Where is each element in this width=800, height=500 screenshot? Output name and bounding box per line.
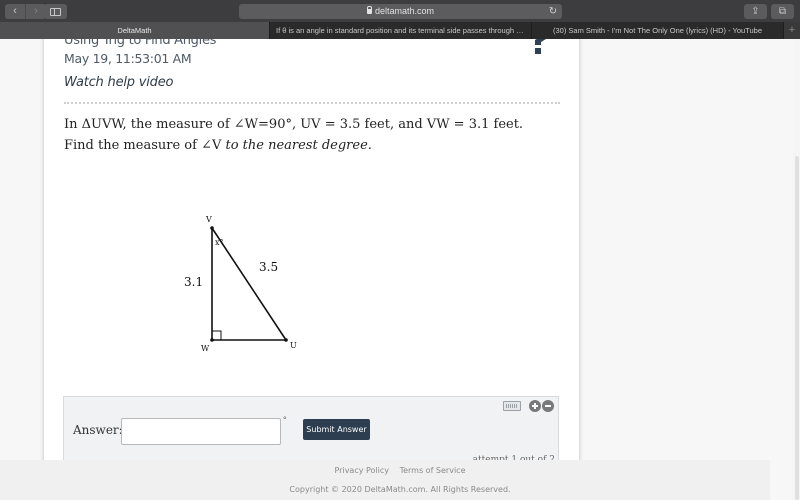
- new-tab-button[interactable]: +: [784, 22, 800, 39]
- lock-icon: [366, 6, 372, 14]
- submit-answer-button[interactable]: Submit Answer: [303, 419, 370, 440]
- reload-button[interactable]: ↻: [547, 4, 559, 19]
- sidebar-icon: [50, 7, 61, 16]
- problem-card: Using Trig to Find Angles May 19, 11:53:…: [44, 39, 579, 476]
- page-content: Using Trig to Find Angles May 19, 11:53:…: [0, 39, 800, 500]
- angle-x-label: x°: [215, 238, 224, 247]
- answer-input[interactable]: [121, 418, 281, 445]
- side-vw-label: 3.1: [184, 275, 203, 289]
- chevron-right-icon: ›: [34, 5, 38, 17]
- answer-label: Answer:: [73, 423, 123, 437]
- assignment-timestamp: May 19, 11:53:01 AM: [64, 51, 192, 66]
- tab-angle-question[interactable]: If θ is an angle in standard position an…: [270, 22, 532, 39]
- forward-button[interactable]: ›: [26, 4, 46, 19]
- vertex-w-label: W: [201, 344, 210, 353]
- url-text: deltamath.com: [374, 6, 435, 16]
- answer-panel: Answer: ° Submit Answer attempt 1 out of…: [63, 396, 559, 467]
- copyright-text: Copyright © 2020 DeltaMath.com. All Righ…: [289, 485, 511, 494]
- right-angle-marker: [211, 330, 222, 341]
- tab-bar: DeltaMath If θ is an angle in standard p…: [0, 22, 800, 39]
- triangle-figure: V W U x° 3.1 3.5: [184, 215, 297, 353]
- problem-statement: In ΔUVW, the measure of ∠W=90°, UV = 3.5…: [64, 114, 554, 156]
- zoom-out-icon[interactable]: [542, 400, 554, 412]
- watch-help-video-link[interactable]: Watch help video: [64, 75, 173, 90]
- browser-toolbar: ‹ › deltamath.com ↻ ⇪ ⧉: [0, 0, 800, 22]
- nav-buttons: ‹ ›: [5, 4, 46, 19]
- degree-unit: °: [283, 415, 287, 425]
- help-question-icon[interactable]: [530, 39, 548, 56]
- reload-icon: ↻: [548, 6, 558, 17]
- chevron-left-icon: ‹: [13, 5, 17, 17]
- privacy-policy-link[interactable]: Privacy Policy: [335, 466, 390, 475]
- plus-icon: +: [788, 24, 796, 36]
- address-text-wrap: deltamath.com: [239, 4, 562, 19]
- tabs-icon: ⧉: [778, 6, 787, 17]
- assignment-subtitle: Using Trig to Find Angles: [64, 39, 217, 48]
- show-tabs-button[interactable]: ⧉: [771, 4, 794, 19]
- footer-links: Privacy Policy Terms of Service: [0, 466, 800, 475]
- keyboard-icon[interactable]: [503, 401, 521, 411]
- vertex-v-dot: [210, 226, 214, 230]
- back-button[interactable]: ‹: [5, 4, 25, 19]
- problem-text-emphasis: to the nearest degree.: [225, 138, 372, 153]
- side-uv-label: 3.5: [259, 260, 278, 274]
- share-button[interactable]: ⇪: [744, 4, 767, 19]
- vertex-u-label: U: [290, 341, 297, 350]
- address-bar[interactable]: deltamath.com ↻: [239, 4, 562, 19]
- vertex-u-dot: [284, 338, 288, 342]
- sidebar-toggle-button[interactable]: [44, 4, 67, 19]
- share-icon: ⇪: [751, 6, 760, 17]
- zoom-in-icon[interactable]: [529, 400, 541, 412]
- vertex-w-dot: [210, 338, 214, 342]
- section-divider: [64, 102, 560, 104]
- scrollbar-thumb[interactable]: [795, 156, 799, 500]
- terms-of-service-link[interactable]: Terms of Service: [400, 466, 466, 475]
- tab-youtube[interactable]: (30) Sam Smith - I'm Not The Only One (l…: [532, 22, 784, 39]
- vertex-v-label: V: [205, 215, 212, 224]
- tab-deltamath[interactable]: DeltaMath: [0, 22, 270, 39]
